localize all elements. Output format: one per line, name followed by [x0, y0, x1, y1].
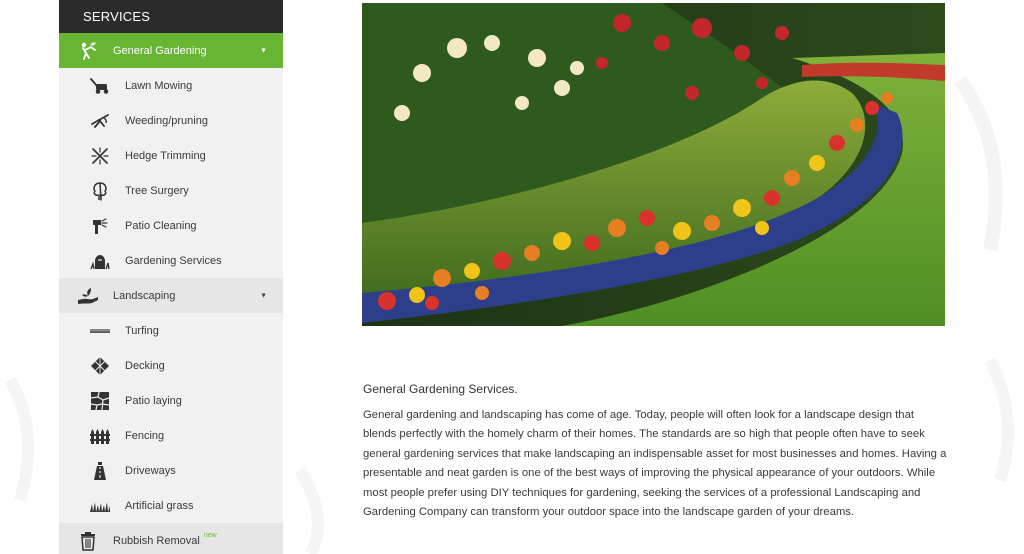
sidebar-item-label: Patio Cleaning: [125, 219, 197, 232]
sidebar-item-patio-laying[interactable]: Patio laying: [59, 383, 283, 418]
sidebar-item-label: Driveways: [125, 464, 176, 477]
sidebar-item-label: Decking: [125, 359, 165, 372]
pressure-washer-icon: [89, 215, 111, 237]
sidebar-item-label: General Gardening: [113, 44, 207, 57]
sidebar-item-weeding-pruning[interactable]: Weeding/pruning: [59, 103, 283, 138]
services-sidebar: SERVICES General Gardening ▼ Lawn Mowing…: [59, 0, 283, 554]
sidebar-item-artificial-grass[interactable]: Artificial grass: [59, 488, 283, 523]
sidebar-item-tree-surgery[interactable]: Tree Surgery: [59, 173, 283, 208]
hero-image: [362, 3, 945, 326]
sidebar-item-lawn-mowing[interactable]: Lawn Mowing: [59, 68, 283, 103]
paving-stones-icon: [89, 390, 111, 412]
tree-icon: [89, 180, 111, 202]
sidebar-item-label: Artificial grass: [125, 499, 194, 512]
sidebar-item-general-gardening[interactable]: General Gardening ▼: [59, 33, 283, 68]
sidebar-item-label: Landscaping: [113, 289, 176, 302]
decking-icon: [89, 355, 111, 377]
sidebar-item-landscaping[interactable]: Landscaping ▼: [59, 278, 283, 313]
sidebar-item-label: Gardening Services: [125, 254, 222, 267]
page: SERVICES General Gardening ▼ Lawn Mowing…: [0, 0, 1024, 554]
sidebar-item-label: Tree Surgery: [125, 184, 189, 197]
flower-bed-hedge-lawn-photo: [362, 3, 945, 326]
new-badge: new: [203, 532, 217, 539]
chevron-down-icon[interactable]: ▼: [260, 292, 267, 299]
article-body: General gardening and landscaping has co…: [363, 409, 947, 519]
sidebar-item-label: Patio laying: [125, 394, 182, 407]
grass-icon: [89, 495, 111, 517]
chevron-down-icon[interactable]: ▼: [260, 47, 267, 54]
sidebar-item-label: Hedge Trimming: [125, 149, 206, 162]
hedge-trimmer-icon: [89, 145, 111, 167]
sidebar-item-turfing[interactable]: Turfing: [59, 313, 283, 348]
sidebar-header: SERVICES: [59, 0, 283, 33]
turf-icon: [89, 320, 111, 342]
sidebar-item-label: Turfing: [125, 324, 159, 337]
gardener-icon: [77, 40, 99, 62]
sidebar-item-label: Weeding/pruning: [125, 114, 208, 127]
lawn-mower-icon: [89, 75, 111, 97]
sidebar-item-hedge-trimming[interactable]: Hedge Trimming: [59, 138, 283, 173]
article-content: General Gardening Services. General gard…: [363, 382, 948, 522]
sidebar-item-fencing[interactable]: Fencing: [59, 418, 283, 453]
sidebar-item-label: Rubbish Removal: [113, 534, 200, 547]
article-title: General Gardening Services.: [363, 382, 518, 396]
sidebar-item-label: Fencing: [125, 429, 165, 442]
sidebar-item-decking[interactable]: Decking: [59, 348, 283, 383]
driveway-icon: [89, 460, 111, 482]
sidebar-item-patio-cleaning[interactable]: Patio Cleaning: [59, 208, 283, 243]
hand-plant-icon: [77, 285, 99, 307]
sidebar-item-gardening-services[interactable]: Gardening Services: [59, 243, 283, 278]
trash-can-icon: [77, 530, 99, 552]
sidebar-item-rubbish-removal[interactable]: Rubbish Removal new: [59, 523, 283, 554]
garden-plants-icon: [89, 250, 111, 272]
sidebar-item-driveways[interactable]: Driveways: [59, 453, 283, 488]
sidebar-item-label: Lawn Mowing: [125, 79, 193, 92]
pruning-shears-icon: [89, 110, 111, 132]
fence-icon: [89, 425, 111, 447]
